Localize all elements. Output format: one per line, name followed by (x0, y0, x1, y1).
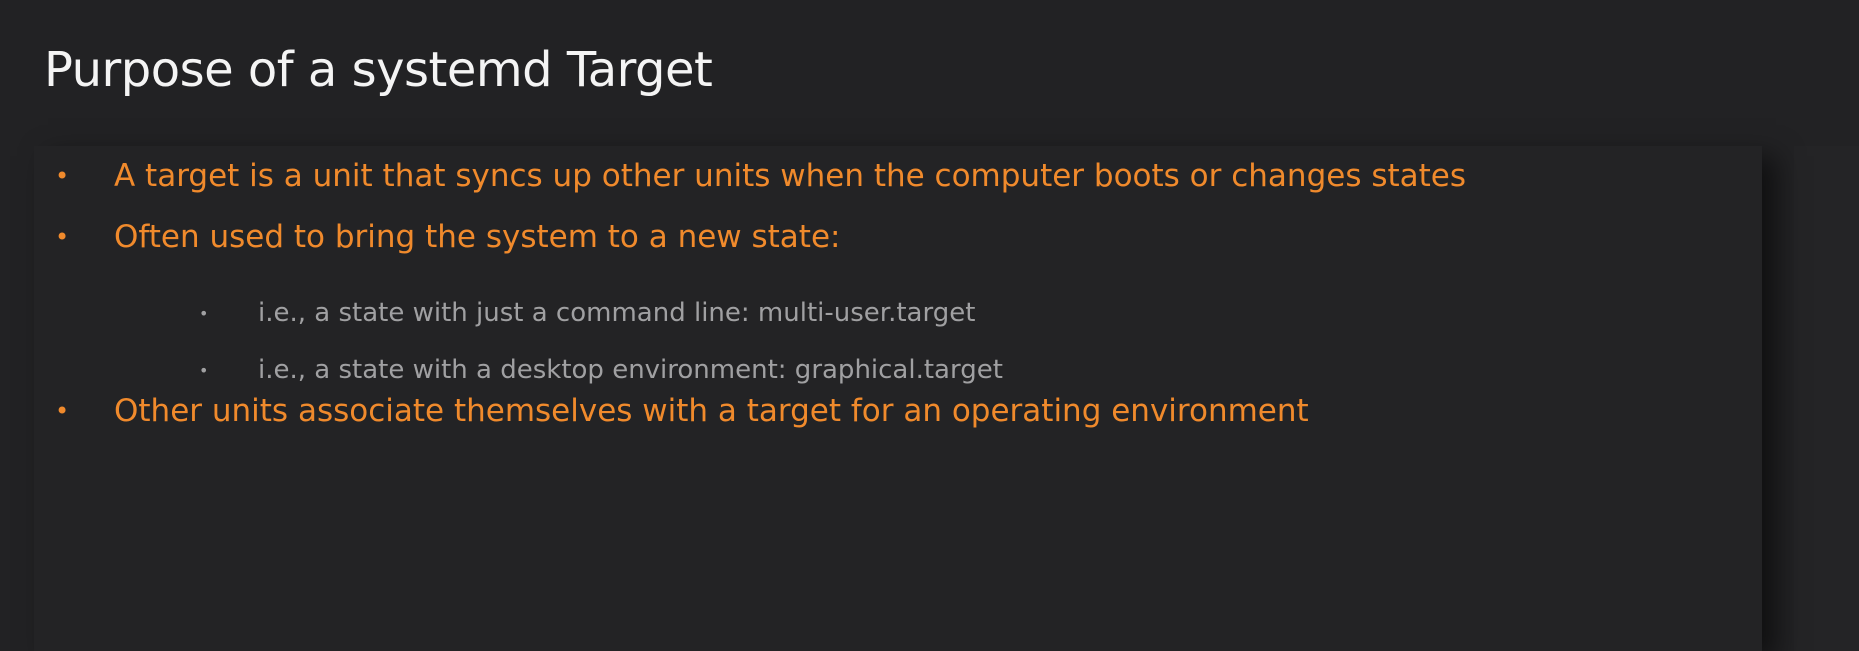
bullet-dot-icon: • (55, 223, 70, 251)
bullet-text: Often used to bring the system to a new … (114, 219, 841, 255)
bullet-text: A target is a unit that syncs up other u… (114, 158, 1467, 194)
sub-bullet-dot-icon: • (199, 361, 209, 380)
bullet-dot-icon: • (55, 397, 70, 425)
slide: Purpose of a systemd Target • A target i… (0, 0, 1859, 651)
sub-bullet-dot-icon: • (199, 304, 209, 323)
slide-title: Purpose of a systemd Target (44, 42, 713, 98)
sub-bullet-text: i.e., a state with just a command line: … (258, 298, 976, 328)
side-strip (1794, 146, 1859, 651)
bullet-dot-icon: • (55, 162, 70, 190)
sub-bullet-text: i.e., a state with a desktop environment… (258, 355, 1003, 385)
bullet-text: Other units associate themselves with a … (114, 393, 1309, 429)
